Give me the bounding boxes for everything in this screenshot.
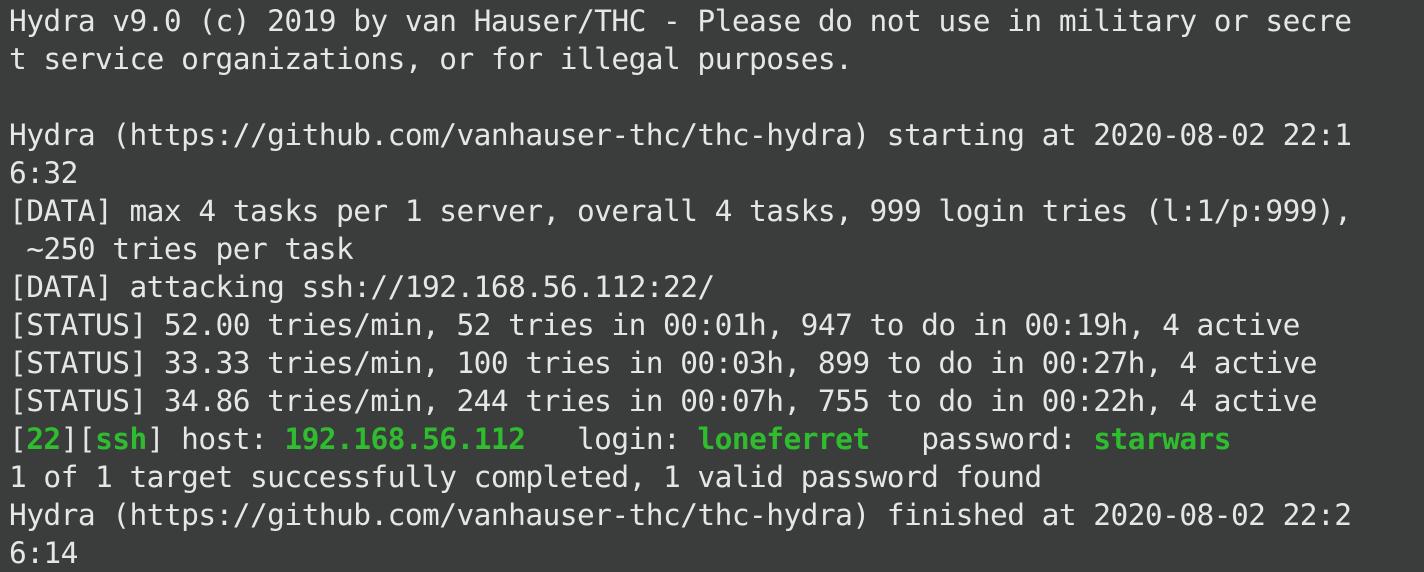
result-service: ssh bbox=[95, 422, 147, 456]
result-login: loneferret bbox=[697, 422, 870, 456]
terminal-line-banner-wrap: t service organizations, or for illegal … bbox=[9, 42, 853, 76]
terminal-line-status-3: [STATUS] 34.86 tries/min, 244 tries in 0… bbox=[9, 384, 1318, 418]
terminal-line-data-tasks: [DATA] max 4 tasks per 1 server, overall… bbox=[9, 194, 1352, 228]
terminal-line-banner: Hydra v9.0 (c) 2019 by van Hauser/THC - … bbox=[9, 4, 1352, 38]
result-bracket-open: [ bbox=[9, 422, 27, 456]
terminal-line-start: Hydra (https://github.com/vanhauser-thc/… bbox=[9, 118, 1352, 152]
result-bracket-mid: ][ bbox=[60, 422, 96, 456]
terminal-line-data-attacking: [DATA] attacking ssh://192.168.56.112:22… bbox=[9, 270, 715, 304]
terminal-window[interactable]: Hydra v9.0 (c) 2019 by van Hauser/THC - … bbox=[0, 0, 1424, 572]
terminal-line-summary: 1 of 1 target successfully completed, 1 … bbox=[9, 460, 1042, 494]
terminal-line-status-1: [STATUS] 52.00 tries/min, 52 tries in 00… bbox=[9, 308, 1300, 342]
terminal-line-result: [22][ssh] host: 192.168.56.112 login: lo… bbox=[9, 420, 1424, 458]
terminal-line-start-wrap: 6:32 bbox=[9, 156, 78, 190]
result-host: 192.168.56.112 bbox=[284, 422, 526, 456]
result-login-label: login: bbox=[525, 422, 698, 456]
terminal-line-status-2: [STATUS] 33.33 tries/min, 100 tries in 0… bbox=[9, 346, 1318, 380]
terminal-line-finish: Hydra (https://github.com/vanhauser-thc/… bbox=[9, 498, 1352, 532]
terminal-line-data-tasks-wrap: ~250 tries per task bbox=[9, 232, 354, 266]
terminal-line-finish-wrap: 6:14 bbox=[9, 536, 78, 570]
result-password-label: password: bbox=[869, 422, 1094, 456]
result-password: starwars bbox=[1093, 422, 1231, 456]
result-port: 22 bbox=[26, 422, 61, 456]
result-host-label: ] host: bbox=[146, 422, 285, 456]
